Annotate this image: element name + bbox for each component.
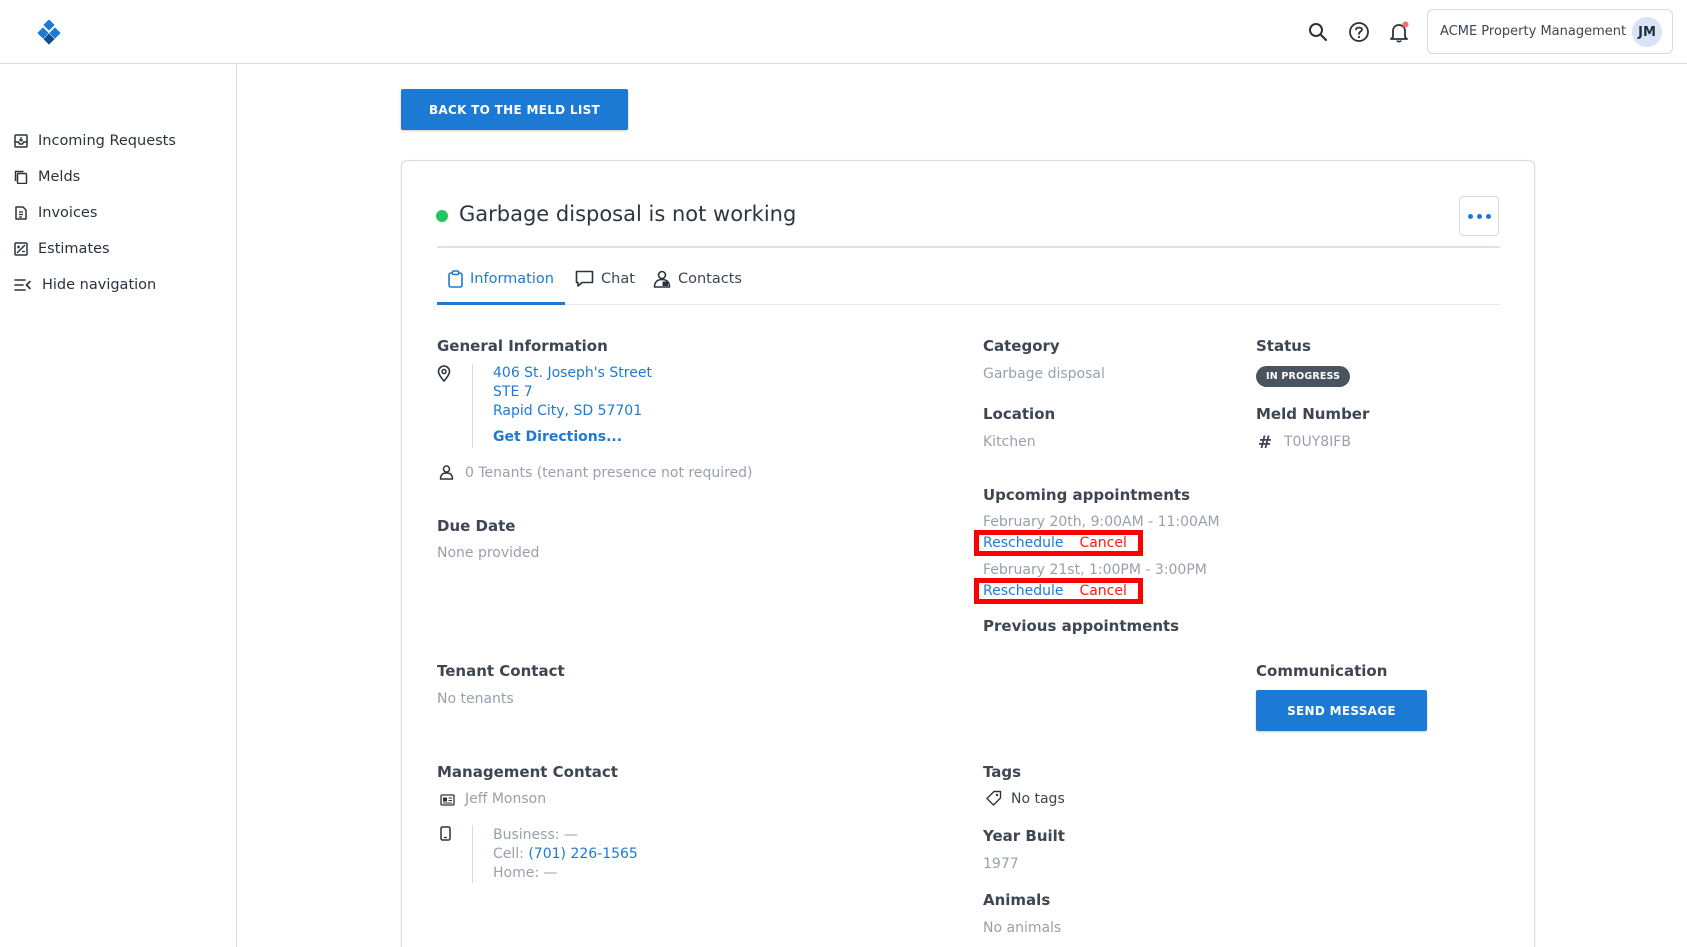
- manager-name: Jeff Monson: [465, 791, 547, 807]
- appointment-actions-highlight: Reschedule Cancel: [974, 578, 1143, 604]
- address-line-3[interactable]: Rapid City, SD 57701: [493, 403, 642, 419]
- address-line-2[interactable]: STE 7: [493, 384, 533, 400]
- more-dot-icon: [1476, 213, 1482, 219]
- animals-value: No animals: [983, 920, 1062, 936]
- contacts-icon: [653, 270, 671, 288]
- bell-icon[interactable]: [1387, 20, 1411, 44]
- appointment-time: February 20th, 9:00AM - 11:00AM: [983, 514, 1220, 530]
- tab-chat[interactable]: Chat: [575, 267, 635, 291]
- business-phone-value: —: [563, 827, 578, 843]
- sidebar-item-label: Melds: [38, 169, 81, 185]
- help-icon[interactable]: [1347, 20, 1371, 44]
- phone-icon: [439, 825, 451, 841]
- category-heading: Category: [983, 337, 1060, 355]
- tags-heading: Tags: [983, 763, 1022, 781]
- hash-icon: #: [1257, 433, 1273, 453]
- send-message-button[interactable]: SEND MESSAGE: [1256, 690, 1427, 731]
- top-bar: ACME Property Management JM: [0, 0, 1687, 64]
- appointment-actions-highlight: Reschedule Cancel: [974, 530, 1143, 556]
- estimate-icon: [14, 242, 28, 256]
- tenant-contact-heading: Tenant Contact: [437, 662, 565, 680]
- sidebar-item-melds[interactable]: Melds: [14, 166, 80, 188]
- id-card-icon: [439, 793, 455, 807]
- communication-heading: Communication: [1256, 662, 1388, 680]
- year-built-heading: Year Built: [983, 827, 1065, 845]
- management-contact-heading: Management Contact: [437, 763, 618, 781]
- person-icon: [438, 464, 454, 480]
- location-heading: Location: [983, 405, 1056, 423]
- more-dot-icon: [1467, 213, 1473, 219]
- cancel-link[interactable]: Cancel: [1079, 535, 1126, 551]
- chat-icon: [575, 270, 594, 287]
- sidebar-item-estimates[interactable]: Estimates: [14, 238, 110, 260]
- general-information-heading: General Information: [437, 337, 608, 355]
- avatar[interactable]: JM: [1632, 17, 1662, 47]
- more-options-button[interactable]: [1459, 196, 1499, 236]
- divider: [472, 364, 473, 448]
- cell-phone: Cell: (701) 226-1565: [493, 846, 638, 862]
- tab-label: Contacts: [678, 271, 742, 287]
- home-phone-value: —: [543, 865, 558, 881]
- collapse-icon: [14, 279, 31, 291]
- sidebar-item-label: Estimates: [38, 241, 110, 257]
- inbox-icon: [14, 134, 28, 148]
- business-phone-label: Business:: [493, 827, 560, 843]
- divider: [437, 304, 1500, 305]
- status-heading: Status: [1256, 337, 1311, 355]
- cell-phone-link[interactable]: (701) 226-1565: [528, 846, 638, 862]
- get-directions-link[interactable]: Get Directions...: [493, 429, 622, 445]
- appointment-time: February 21st, 1:00PM - 3:00PM: [983, 562, 1207, 578]
- org-name: ACME Property Management: [1440, 24, 1627, 39]
- status-badge: IN PROGRESS: [1256, 366, 1351, 387]
- business-phone: Business: —: [493, 827, 578, 843]
- meld-number-heading: Meld Number: [1256, 405, 1370, 423]
- tab-contacts[interactable]: Contacts: [653, 267, 742, 291]
- cell-phone-label: Cell:: [493, 846, 524, 862]
- reschedule-link[interactable]: Reschedule: [983, 583, 1063, 599]
- home-phone-label: Home:: [493, 865, 540, 881]
- clipboard-icon: [448, 270, 463, 288]
- search-icon[interactable]: [1306, 20, 1330, 44]
- invoice-icon: [15, 206, 27, 220]
- sidebar: Incoming Requests Melds Invoices Estimat…: [0, 64, 237, 947]
- sidebar-item-label: Incoming Requests: [38, 133, 176, 149]
- tab-label: Information: [470, 271, 554, 287]
- tags-value: No tags: [1011, 791, 1065, 807]
- divider: [472, 825, 473, 883]
- status-dot: [436, 210, 448, 222]
- tenants-info: 0 Tenants (tenant presence not required): [465, 465, 753, 481]
- sidebar-item-invoices[interactable]: Invoices: [14, 202, 97, 224]
- tab-label: Chat: [601, 271, 635, 287]
- page-title: Garbage disposal is not working: [459, 202, 797, 226]
- due-date-heading: Due Date: [437, 517, 516, 535]
- divider: [437, 246, 1500, 248]
- due-date-value: None provided: [437, 545, 540, 561]
- app-logo-icon[interactable]: [36, 19, 62, 46]
- active-tab-indicator: [437, 302, 565, 305]
- org-switcher[interactable]: ACME Property Management JM: [1427, 9, 1673, 54]
- cancel-link[interactable]: Cancel: [1079, 583, 1126, 599]
- upcoming-appointments-heading: Upcoming appointments: [983, 486, 1190, 504]
- location-value: Kitchen: [983, 434, 1036, 450]
- back-to-meld-list-button[interactable]: BACK TO THE MELD LIST: [401, 89, 628, 130]
- tenant-contact-value: No tenants: [437, 691, 514, 707]
- sidebar-item-hide-navigation[interactable]: Hide navigation: [14, 274, 156, 296]
- more-dot-icon: [1485, 213, 1491, 219]
- animals-heading: Animals: [983, 891, 1051, 909]
- home-phone: Home: —: [493, 865, 558, 881]
- reschedule-link[interactable]: Reschedule: [983, 535, 1063, 551]
- category-value: Garbage disposal: [983, 366, 1105, 382]
- map-pin-icon: [436, 364, 452, 382]
- previous-appointments-heading: Previous appointments: [983, 617, 1180, 635]
- sidebar-item-label: Invoices: [38, 205, 98, 221]
- meld-number-value: T0UY8IFB: [1284, 434, 1351, 450]
- tag-icon: [984, 790, 1002, 806]
- sidebar-item-label: Hide navigation: [42, 277, 157, 293]
- copy-icon: [14, 170, 28, 184]
- sidebar-item-incoming-requests[interactable]: Incoming Requests: [14, 130, 176, 152]
- address-line-1[interactable]: 406 St. Joseph's Street: [493, 365, 652, 381]
- tab-information[interactable]: Information: [448, 267, 554, 291]
- year-built-value: 1977: [983, 856, 1019, 872]
